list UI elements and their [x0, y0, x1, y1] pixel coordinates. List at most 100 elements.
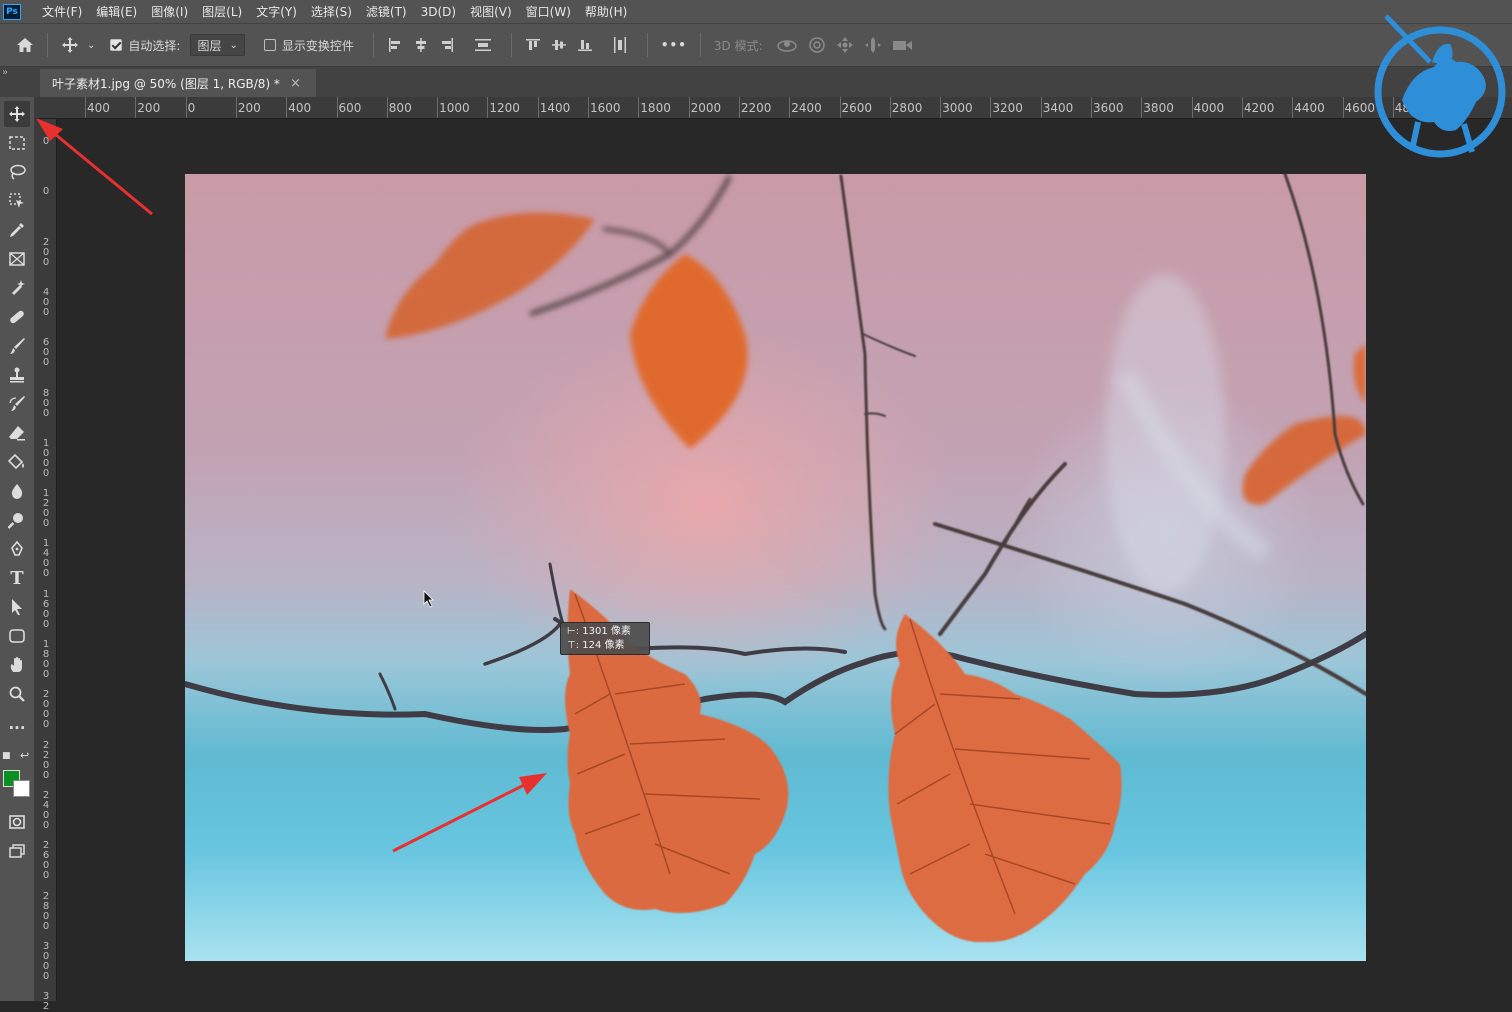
ruler-tick [990, 97, 992, 118]
document-tab[interactable]: 叶子素材1.jpg @ 50% (图层 1, RGB/8) * × [40, 69, 316, 97]
path-selection-tool-button[interactable] [4, 594, 30, 620]
align-right-button[interactable] [439, 33, 455, 57]
history-brush-tool-button[interactable] [4, 391, 30, 417]
marquee-tool-button[interactable] [4, 130, 30, 156]
align-horizontal-center-button[interactable] [413, 33, 429, 57]
checkbox-unchecked-icon [263, 39, 276, 51]
blur-tool-button[interactable] [4, 478, 30, 504]
eraser-icon [9, 426, 25, 441]
home-button[interactable] [16, 33, 34, 57]
ruler-tick-label: 3400 [1042, 101, 1074, 115]
ruler-tick-label: 1200 [42, 488, 50, 530]
divider [510, 33, 512, 57]
hand-tool-button[interactable] [4, 652, 30, 678]
ruler-tick [185, 97, 187, 118]
healing-brush-tool-button[interactable] [4, 304, 30, 330]
ruler-tick [286, 97, 288, 118]
align-top-button[interactable] [525, 33, 541, 57]
tooltip-horizontal-offset: ⊢: 1301 像素 [567, 626, 631, 637]
menu-image[interactable]: 图像(I) [144, 3, 195, 20]
spot-healing-tool-button[interactable] [4, 275, 30, 301]
align-vertical-center-button[interactable] [551, 33, 567, 57]
menu-3d[interactable]: 3D(D) [414, 5, 463, 19]
document-tab-strip: » 叶子素材1.jpg @ 50% (图层 1, RGB/8) * × [0, 67, 1512, 97]
align-bottom-button[interactable] [577, 33, 593, 57]
ruler-tick [386, 97, 388, 118]
auto-select-target-dropdown[interactable]: 图层 ⌄ [190, 34, 245, 56]
menu-filter[interactable]: 滤镜(T) [359, 3, 414, 20]
ruler-tick-label: 0 [42, 136, 50, 147]
ruler-tick-label: 32 [42, 991, 50, 1012]
knight-logo-icon [1374, 14, 1506, 158]
home-icon [17, 38, 33, 52]
move-tool-button[interactable] [4, 101, 30, 127]
ruler-tick [789, 97, 791, 118]
lasso-tool-button[interactable] [4, 159, 30, 185]
menu-window[interactable]: 窗口(W) [519, 3, 578, 20]
edit-toolbar-button[interactable]: ··· [4, 715, 30, 741]
clone-stamp-icon [10, 367, 24, 383]
align-top-icon [525, 39, 540, 50]
dodge-tool-button[interactable] [4, 507, 30, 533]
menu-select[interactable]: 选择(S) [304, 3, 359, 20]
frame-tool-button[interactable] [4, 246, 30, 272]
ruler-tick-label: 1200 [489, 101, 520, 115]
clone-stamp-tool-button[interactable] [4, 362, 30, 388]
auto-select-checkbox[interactable]: 自动选择: [110, 33, 180, 57]
ruler-tick-label: 2800 [891, 101, 923, 115]
spot-healing-brush-icon [12, 280, 25, 295]
default-colors-icon[interactable]: ■ [2, 751, 11, 761]
show-transform-controls-checkbox[interactable]: 显示变换控件 [263, 33, 354, 57]
pen-tool-button[interactable] [4, 536, 30, 562]
object-select-tool-button[interactable] [4, 188, 30, 214]
distribute-horizontal-button[interactable] [612, 33, 628, 57]
ruler-tick [1292, 97, 1294, 118]
3d-mode-label: 3D 模式: [713, 38, 763, 53]
menu-view[interactable]: 视图(V) [463, 3, 519, 20]
more-options-button[interactable]: ••• [661, 33, 687, 57]
distribute-vertical-button[interactable] [474, 33, 492, 57]
type-icon: T [10, 567, 24, 589]
3d-roll-icon [808, 37, 825, 53]
panel-collapse-icon[interactable]: » [2, 67, 8, 78]
menu-file[interactable]: 文件(F) [35, 3, 89, 20]
shape-tool-button[interactable] [4, 623, 30, 649]
ruler-tick [1040, 97, 1042, 118]
ruler-tick-label: 3000 [942, 101, 973, 115]
menu-edit[interactable]: 编辑(E) [89, 3, 144, 20]
swap-colors-icon[interactable]: ↩ [20, 749, 29, 762]
ruler-tick-label: 1000 [42, 437, 50, 479]
eraser-tool-button[interactable] [4, 420, 30, 446]
ruler-tick-label: 2000 [42, 689, 50, 731]
type-tool-button[interactable]: T [4, 565, 30, 591]
ruler-tick [85, 97, 86, 118]
background-color-swatch[interactable] [13, 780, 30, 797]
document-image-leaves[interactable] [185, 174, 1366, 961]
ruler-tick-label: 2000 [690, 101, 722, 115]
rounded-rectangle-icon [9, 629, 25, 643]
menu-type[interactable]: 文字(Y) [249, 3, 304, 20]
paint-bucket-tool-button[interactable] [4, 449, 30, 475]
ruler-tick-label: 2800 [42, 890, 50, 932]
move-icon [9, 106, 25, 122]
ruler-tick-label: 3000 [42, 940, 50, 982]
close-icon[interactable]: × [290, 76, 301, 91]
document-tab-title: 叶子素材1.jpg @ 50% (图层 1, RGB/8) * [52, 76, 280, 91]
more-icon: ··· [8, 719, 26, 737]
ruler-tick-label: 1800 [42, 639, 50, 680]
move-tool-preset-button[interactable]: ⌄ [61, 33, 95, 57]
zoom-tool-button[interactable] [4, 681, 30, 707]
ruler-tick [839, 97, 841, 118]
menu-layer[interactable]: 图层(L) [195, 3, 249, 20]
ruler-tick-label: 3600 [1093, 101, 1124, 115]
quick-mask-button[interactable] [4, 809, 30, 835]
eyedropper-tool-button[interactable] [4, 217, 30, 243]
brush-tool-button[interactable] [4, 333, 30, 359]
divider [47, 33, 48, 57]
3d-slide-button [864, 33, 882, 57]
menu-help[interactable]: 帮助(H) [578, 3, 634, 20]
ruler-tick-label: 4000 [1193, 101, 1225, 115]
screen-mode-button[interactable] [4, 838, 30, 864]
move-measurement-tooltip: ⊢: 1301 像素 ⊤: 124 像素 [560, 622, 650, 655]
align-left-button[interactable] [387, 33, 403, 57]
